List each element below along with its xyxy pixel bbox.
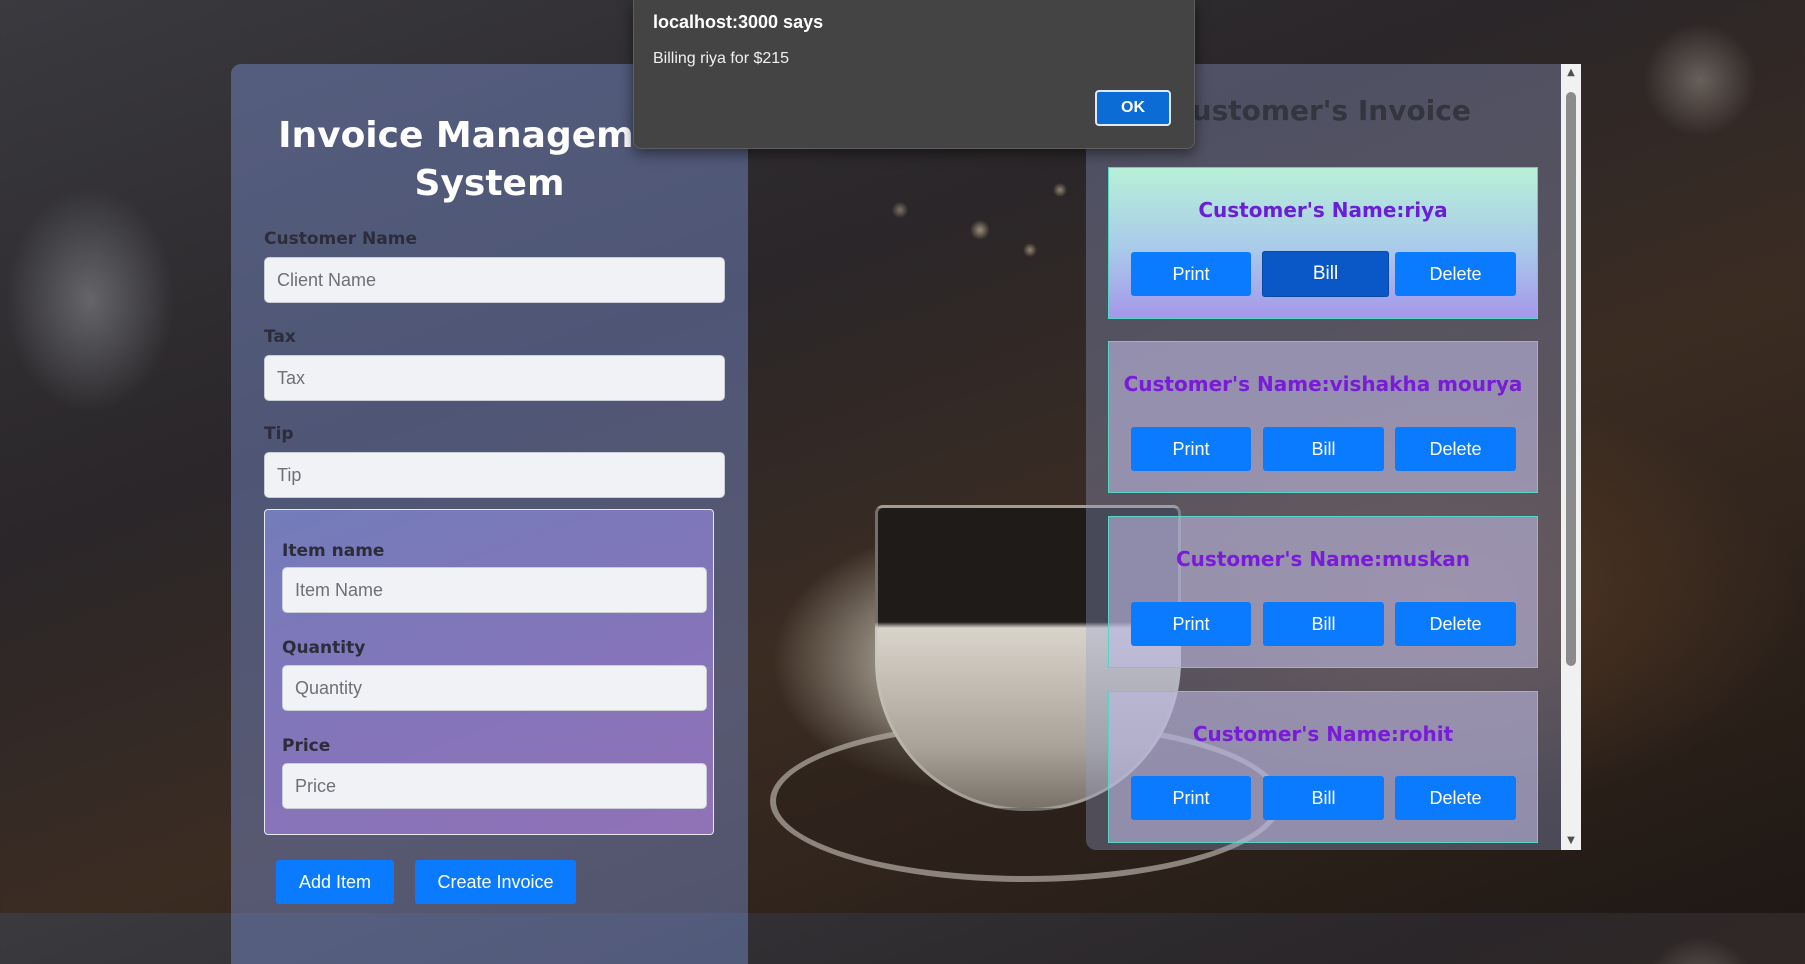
delete-button[interactable]: Delete [1395, 427, 1516, 471]
dialog-title: localhost:3000 says [653, 12, 824, 32]
invoice-card: Customer's Name:vishakha mourya Print Bi… [1108, 341, 1538, 493]
tax-label: Tax [264, 327, 296, 347]
bill-button[interactable]: Bill [1263, 427, 1384, 471]
item-name-label: Item name [282, 541, 385, 561]
customer-name-text: Customer's Name:riya [1198, 198, 1448, 222]
customer-invoices-panel: Customer's Invoice Customer's Name:riya … [1086, 64, 1581, 850]
quantity-input[interactable] [282, 665, 707, 711]
customer-name-text: Customer's Name:vishakha mourya [1123, 372, 1523, 396]
item-name-input[interactable] [282, 567, 707, 613]
bill-button[interactable]: Bill [1262, 251, 1389, 297]
scroll-up-arrow-icon[interactable]: ▲ [1561, 64, 1581, 82]
item-entry-box: Item name Quantity Price [264, 509, 714, 835]
bill-button[interactable]: Bill [1263, 602, 1384, 646]
delete-button[interactable]: Delete [1395, 776, 1516, 820]
delete-button[interactable]: Delete [1395, 602, 1516, 646]
customer-name-input[interactable] [264, 257, 725, 303]
scrollbar-thumb[interactable] [1566, 92, 1576, 666]
delete-button[interactable]: Delete [1395, 252, 1516, 296]
tip-label: Tip [264, 424, 294, 444]
print-button[interactable]: Print [1131, 252, 1251, 296]
ok-button[interactable]: OK [1095, 90, 1171, 126]
customer-name-text: Customer's Name:muskan [1175, 547, 1471, 571]
dialog-message: Billing riya for $215 [653, 50, 790, 67]
bill-button[interactable]: Bill [1263, 776, 1384, 820]
tip-input[interactable] [264, 452, 725, 498]
tax-input[interactable] [264, 355, 725, 401]
print-button[interactable]: Print [1131, 602, 1251, 646]
customer-name-text: Customer's Name:rohit [1192, 722, 1454, 746]
invoice-form-panel: Invoice Management System Customer Name … [231, 64, 748, 964]
scroll-down-arrow-icon[interactable]: ▼ [1561, 832, 1581, 850]
invoice-card: Customer's Name:muskan Print Bill Delete [1108, 516, 1538, 668]
price-label: Price [282, 736, 331, 756]
print-button[interactable]: Print [1131, 776, 1251, 820]
customer-name-label: Customer Name [264, 229, 417, 249]
invoices-scrollbar[interactable]: ▲ ▼ [1561, 64, 1581, 850]
invoice-card: Customer's Name:rohit Print Bill Delete [1108, 691, 1538, 843]
add-item-button[interactable]: Add Item [276, 860, 394, 904]
alert-dialog: localhost:3000 says Billing riya for $21… [633, 0, 1195, 149]
quantity-label: Quantity [282, 638, 366, 658]
price-input[interactable] [282, 763, 707, 809]
invoice-card: Customer's Name:riya Print Bill Delete [1108, 167, 1538, 319]
create-invoice-button[interactable]: Create Invoice [415, 860, 576, 904]
print-button[interactable]: Print [1131, 427, 1251, 471]
